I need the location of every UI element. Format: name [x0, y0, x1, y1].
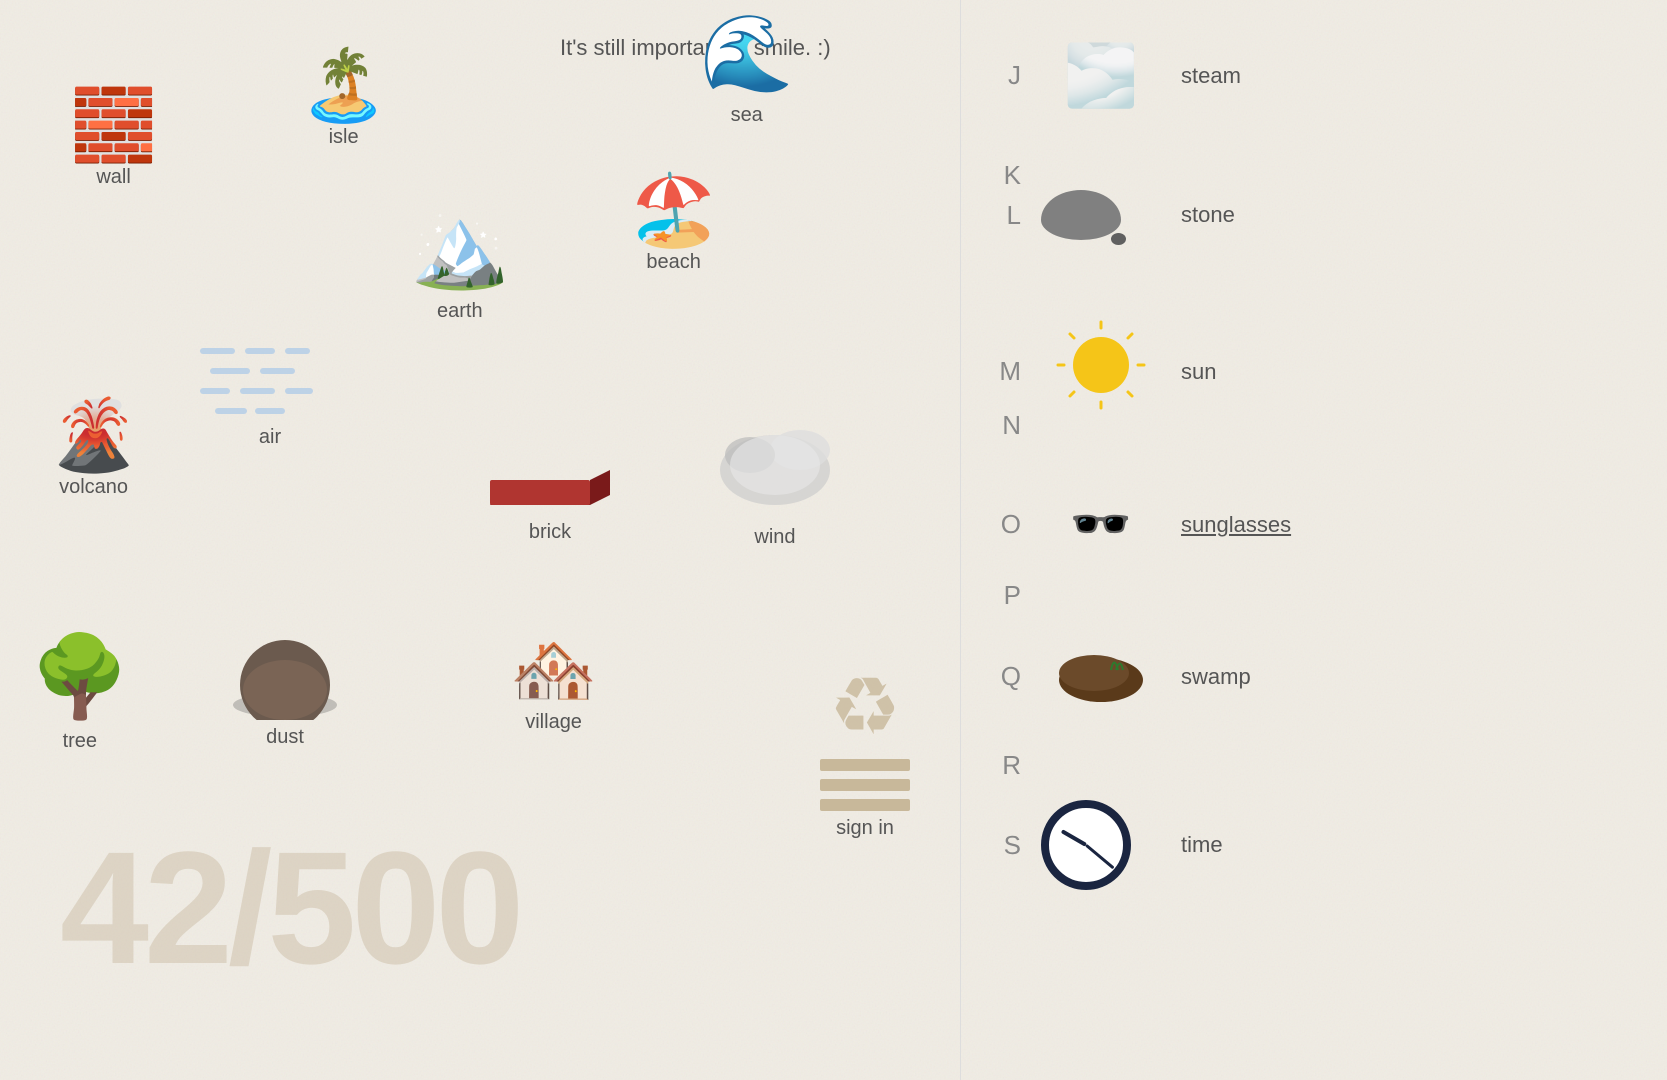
item-sign-in: ♻ sign in: [820, 660, 910, 840]
sidebar-item-p: P: [981, 580, 1021, 611]
earth-label: earth: [437, 300, 483, 323]
beach-icon: 🏖️: [630, 175, 717, 245]
beach-label: beach: [646, 251, 701, 274]
swamp-icon: [1041, 635, 1161, 718]
item-wind: wind: [710, 420, 840, 549]
sun-icon: [1041, 320, 1161, 423]
sidebar-letter-n: N: [981, 410, 1021, 441]
air-icon: [200, 340, 340, 420]
item-village: 🏘️ village: [510, 635, 597, 734]
hamburger-icon: [820, 759, 910, 811]
item-earth: 🏔️ earth: [410, 200, 510, 323]
dust-icon: [230, 630, 340, 720]
volcano-icon: 🌋: [50, 400, 137, 470]
sidebar-item-time: S time: [981, 800, 1223, 890]
sidebar-item-steam: J 🌫️ steam: [981, 40, 1241, 111]
earth-icon: 🏔️: [410, 200, 510, 294]
item-air: air: [200, 340, 340, 449]
item-tree: 🌳 tree: [30, 630, 130, 753]
sidebar-letter-q: Q: [981, 661, 1021, 692]
score-overlay: 42/500: [60, 816, 519, 1000]
sun-label: sun: [1181, 359, 1216, 385]
item-wall: 🧱 wall: [70, 90, 157, 189]
sidebar-letter-s: S: [981, 830, 1021, 861]
sidebar-item-stone: L stone: [981, 190, 1235, 240]
swamp-label: swamp: [1181, 664, 1251, 690]
tree-label: tree: [63, 730, 97, 753]
stone-label: stone: [1181, 202, 1235, 228]
sign-in-label: sign in: [836, 817, 894, 840]
sidebar-item-k: K: [981, 160, 1021, 191]
item-beach: 🏖️ beach: [630, 175, 717, 274]
sidebar-letter-o: O: [981, 509, 1021, 540]
item-dust: dust: [230, 630, 340, 749]
wind-label: wind: [754, 526, 795, 549]
tree-icon: 🌳: [30, 630, 130, 724]
sidebar-item-sun: M sun: [981, 320, 1216, 423]
steam-icon: 🌫️: [1041, 40, 1161, 111]
sunglasses-icon: 🕶️: [1041, 495, 1161, 554]
village-label: village: [525, 711, 582, 734]
sea-label: sea: [731, 104, 763, 127]
sunglasses-label[interactable]: sunglasses: [1181, 512, 1291, 538]
recycle-icon: ♻: [829, 660, 901, 753]
sidebar-item-r: R: [981, 750, 1021, 781]
brick-icon: [490, 450, 610, 515]
air-label: air: [259, 426, 281, 449]
brick-label: brick: [529, 521, 571, 544]
village-icon: 🏘️: [510, 635, 597, 705]
wind-icon: [710, 420, 840, 520]
sidebar-letter-l: L: [981, 200, 1021, 231]
item-brick: brick: [490, 450, 610, 544]
wall-icon: 🧱: [70, 90, 157, 160]
sidebar-letter-k: K: [981, 160, 1021, 191]
main-area: 42/500 🧱 wall 🏝️ isle 🌊 sea 🏖️ beach 🏔️ …: [0, 0, 960, 1080]
isle-icon: 🏝️: [300, 50, 387, 120]
stone-icon: [1041, 190, 1161, 240]
sidebar-item-n: N: [981, 410, 1021, 441]
sidebar-item-swamp: Q swamp: [981, 635, 1251, 718]
time-label: time: [1181, 832, 1223, 858]
isle-label: isle: [329, 126, 359, 149]
clock-icon: [1041, 800, 1161, 890]
wall-label: wall: [96, 166, 130, 189]
item-sea: 🌊 sea: [700, 10, 793, 127]
sidebar: J 🌫️ steam K L stone M: [960, 0, 1667, 1080]
sidebar-letter-r: R: [981, 750, 1021, 781]
item-isle: 🏝️ isle: [300, 50, 387, 149]
sidebar-letter-j: J: [981, 60, 1021, 91]
item-volcano: 🌋 volcano: [50, 400, 137, 499]
dust-label: dust: [266, 726, 304, 749]
steam-label: steam: [1181, 63, 1241, 89]
sidebar-item-sunglasses: O 🕶️ sunglasses: [981, 495, 1291, 554]
sidebar-letter-p: P: [981, 580, 1021, 611]
volcano-label: volcano: [59, 476, 128, 499]
sidebar-letter-m: M: [981, 356, 1021, 387]
